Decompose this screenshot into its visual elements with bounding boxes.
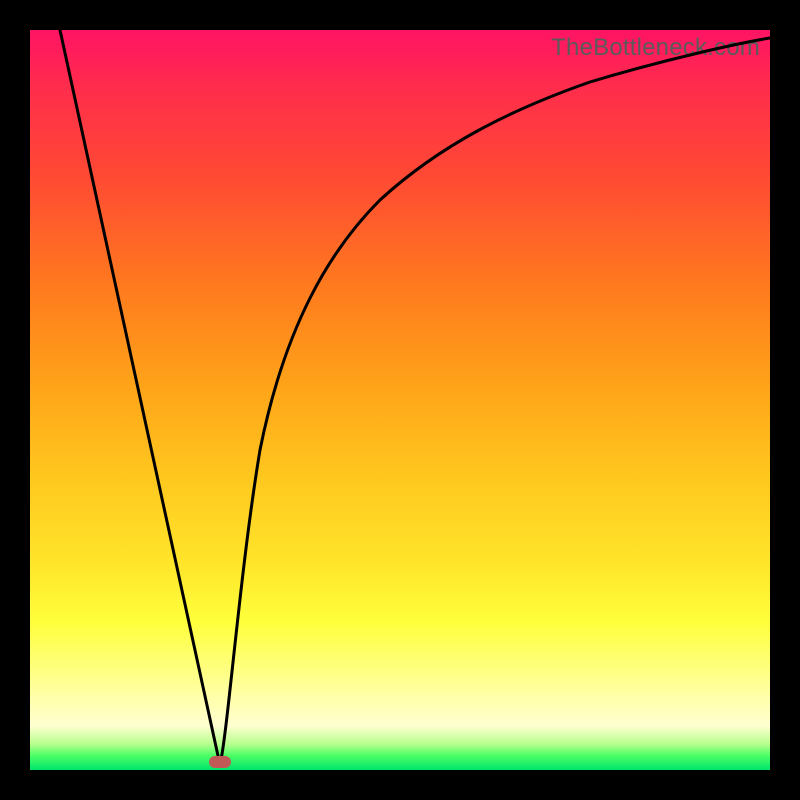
curve-path xyxy=(60,30,770,765)
minimum-marker xyxy=(209,756,231,768)
plot-area: TheBottleneck.com xyxy=(30,30,770,770)
bottleneck-curve xyxy=(30,30,770,770)
chart-frame: TheBottleneck.com xyxy=(0,0,800,800)
